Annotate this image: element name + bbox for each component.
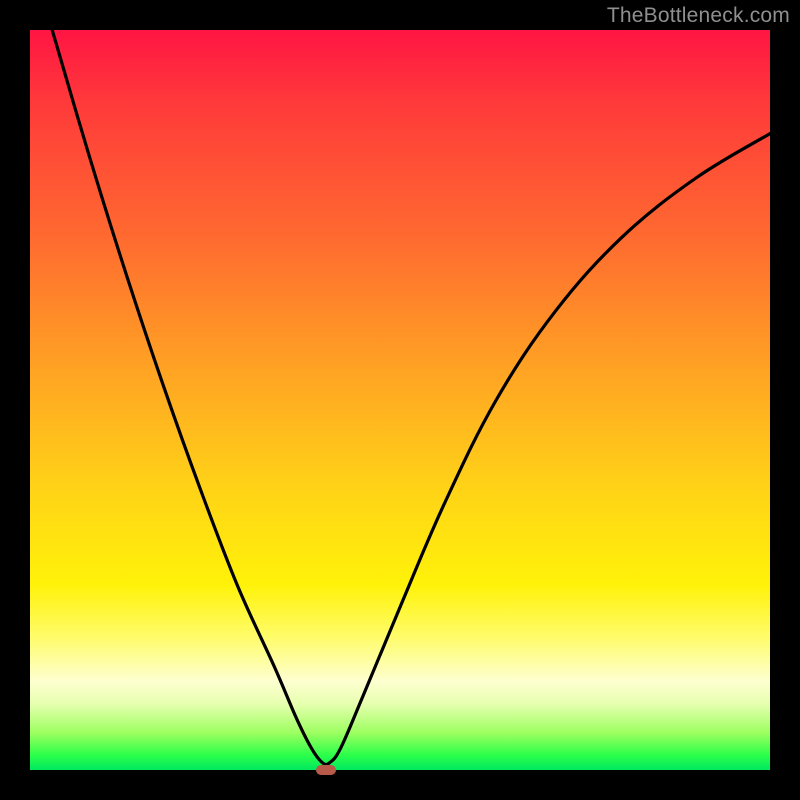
plot-area	[30, 30, 770, 770]
minimum-marker	[316, 765, 336, 775]
bottleneck-curve	[52, 30, 770, 765]
curve-svg	[30, 30, 770, 770]
watermark-text: TheBottleneck.com	[607, 4, 790, 28]
chart-frame: TheBottleneck.com	[0, 0, 800, 800]
